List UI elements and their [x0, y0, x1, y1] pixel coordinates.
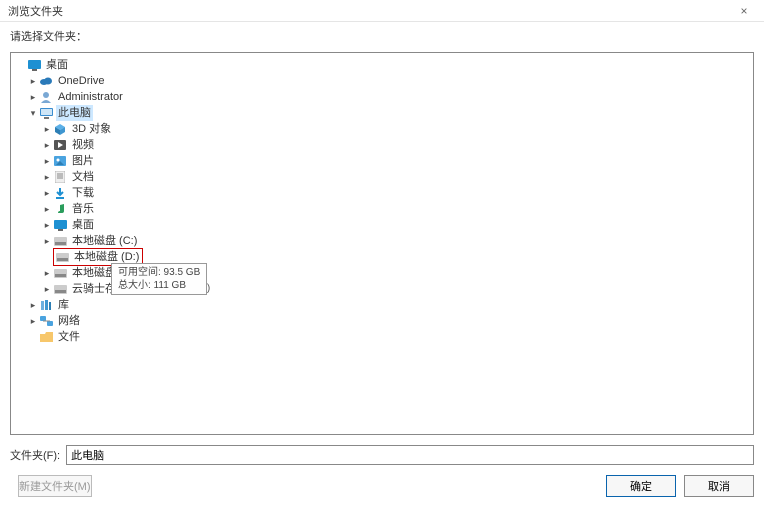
tree-item-desktop2[interactable]: ▸ 桌面 — [13, 217, 751, 233]
chevron-right-icon[interactable]: ▸ — [41, 121, 53, 137]
new-folder-button[interactable]: 新建文件夹(M) — [18, 475, 92, 497]
chevron-right-icon[interactable]: ▸ — [27, 89, 39, 105]
chevron-right-icon[interactable]: ▸ — [41, 137, 53, 153]
tree-item-desktop[interactable]: 桌面 — [13, 57, 751, 73]
tree-label: 桌面 — [70, 217, 96, 233]
tree-label: 3D 对象 — [70, 121, 113, 137]
library-icon — [39, 298, 53, 312]
tree-item-thispc[interactable]: ▾ 此电脑 — [13, 105, 751, 121]
tree-label: 本地磁盘 (C:) — [70, 233, 139, 249]
download-icon — [53, 186, 67, 200]
ok-button[interactable]: 确定 — [606, 475, 676, 497]
network-icon — [39, 314, 53, 328]
tree-item-libraries[interactable]: ▸ 库 — [13, 297, 751, 313]
dialog-title: 浏览文件夹 — [8, 3, 732, 19]
desktop-icon — [27, 58, 41, 72]
tree-item-videos[interactable]: ▸ 视频 — [13, 137, 751, 153]
tree-label: OneDrive — [56, 73, 106, 89]
folder-label: 文件夹(F): — [10, 447, 60, 463]
tree-item-documents[interactable]: ▸ 文档 — [13, 169, 751, 185]
user-icon — [39, 90, 53, 104]
drive-icon — [53, 282, 67, 296]
tree-item-3dobjects[interactable]: ▸ 3D 对象 — [13, 121, 751, 137]
chevron-right-icon[interactable]: ▸ — [41, 233, 53, 249]
tree-label: 桌面 — [44, 57, 70, 73]
tree-label: 图片 — [70, 153, 96, 169]
drive-icon — [53, 266, 67, 280]
tooltip-line1: 可用空间: 93.5 GB — [118, 266, 200, 279]
tree-item-drive-c[interactable]: ▸ 本地磁盘 (C:) — [13, 233, 751, 249]
folder-path-row: 文件夹(F): — [0, 441, 764, 469]
close-icon[interactable]: × — [732, 4, 756, 18]
tree-item-onedrive[interactable]: ▸ OneDrive — [13, 73, 751, 89]
button-row: 新建文件夹(M) 确定 取消 — [0, 469, 764, 505]
tree-item-downloads[interactable]: ▸ 下载 — [13, 185, 751, 201]
music-icon — [53, 202, 67, 216]
titlebar: 浏览文件夹 × — [0, 0, 764, 22]
tree-item-admin[interactable]: ▸ Administrator — [13, 89, 751, 105]
chevron-right-icon[interactable]: ▸ — [41, 185, 53, 201]
chevron-right-icon[interactable]: ▸ — [41, 201, 53, 217]
computer-icon — [39, 106, 53, 120]
tree-label: 网络 — [56, 313, 82, 329]
chevron-right-icon[interactable]: ▸ — [41, 153, 53, 169]
tree-label: 文档 — [70, 169, 96, 185]
cancel-button[interactable]: 取消 — [684, 475, 754, 497]
desktop-icon — [53, 218, 67, 232]
tree-label: Administrator — [56, 89, 125, 105]
tree-label: 文件 — [56, 329, 82, 345]
folder-path-input[interactable] — [66, 445, 754, 465]
tree-item-music[interactable]: ▸ 音乐 — [13, 201, 751, 217]
chevron-right-icon[interactable]: ▸ — [41, 265, 53, 281]
picture-icon — [53, 154, 67, 168]
folder-tree[interactable]: 桌面 ▸ OneDrive ▸ Administrator — [10, 52, 754, 435]
chevron-down-icon[interactable]: ▾ — [27, 105, 39, 121]
prompt-label: 请选择文件夹： — [0, 22, 764, 46]
chevron-right-icon[interactable]: ▸ — [41, 217, 53, 233]
tree-label: 此电脑 — [56, 105, 93, 121]
chevron-right-icon[interactable]: ▸ — [27, 297, 39, 313]
folder-icon — [39, 330, 53, 344]
drive-icon — [53, 234, 67, 248]
drive-tooltip: 可用空间: 93.5 GB 总大小: 111 GB — [111, 263, 207, 295]
cloud-icon — [39, 74, 53, 88]
chevron-right-icon[interactable]: ▸ — [41, 281, 53, 297]
chevron-right-icon[interactable]: ▸ — [41, 169, 53, 185]
document-icon — [53, 170, 67, 184]
browse-folder-dialog: 浏览文件夹 × 请选择文件夹： 桌面 ▸ OneDrive — [0, 0, 764, 505]
drive-icon — [55, 250, 69, 264]
tree-item-pictures[interactable]: ▸ 图片 — [13, 153, 751, 169]
tree-label: 下载 — [70, 185, 96, 201]
chevron-right-icon[interactable]: ▸ — [27, 73, 39, 89]
tree-label: 库 — [56, 297, 71, 313]
tree-label: 视频 — [70, 137, 96, 153]
chevron-right-icon[interactable]: ▸ — [27, 313, 39, 329]
tree-item-files[interactable]: 文件 — [13, 329, 751, 345]
tree-item-network[interactable]: ▸ 网络 — [13, 313, 751, 329]
cube-icon — [53, 122, 67, 136]
tooltip-line2: 总大小: 111 GB — [118, 279, 200, 292]
video-icon — [53, 138, 67, 152]
tree-label: 音乐 — [70, 201, 96, 217]
tree-item-drive-e[interactable]: ▸ 本地磁盘 ( 可用空间: 93.5 GB 总大小: 111 GB — [13, 265, 751, 281]
